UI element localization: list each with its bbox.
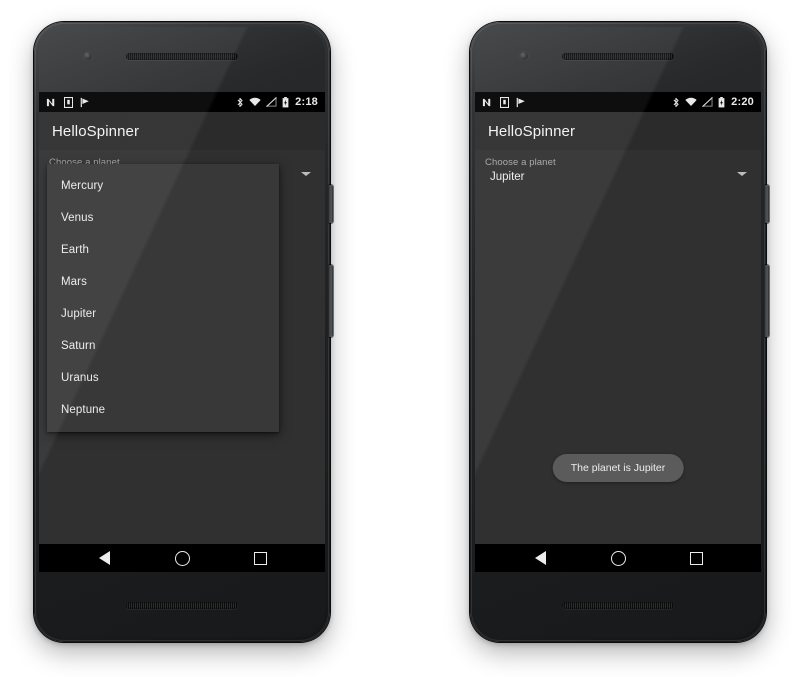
android-navigation-bar [475, 544, 761, 572]
power-button[interactable] [329, 185, 333, 223]
phone-comparison-stage: 2:18 HelloSpinner Choose a planet Mercur… [0, 0, 800, 677]
dropdown-item-mars[interactable]: Mars [47, 266, 279, 298]
spinner-label: Choose a planet [485, 157, 556, 168]
front-camera-icon [84, 52, 92, 60]
earpiece-speaker-icon [126, 53, 238, 60]
dropdown-item-label: Jupiter [61, 308, 97, 320]
toast-message: The planet is Jupiter [552, 454, 684, 482]
volume-rocker-button[interactable] [765, 265, 769, 337]
no-signal-icon [702, 97, 713, 107]
dropdown-item-mercury[interactable]: Mercury [47, 170, 279, 202]
wifi-icon [685, 97, 697, 107]
app-content-area: Choose a planet Mercury Venus Earth Mars… [39, 150, 325, 544]
dropdown-item-label: Venus [61, 212, 94, 224]
home-button[interactable] [601, 544, 635, 572]
bluetooth-icon [237, 97, 243, 107]
device-icon [64, 96, 73, 108]
wifi-icon [249, 97, 261, 107]
back-button[interactable] [523, 544, 557, 572]
app-title: HelloSpinner [488, 122, 576, 140]
status-bar-left-icons [46, 96, 91, 108]
dropdown-item-earth[interactable]: Earth [47, 234, 279, 266]
dropdown-item-uranus[interactable]: Uranus [47, 362, 279, 394]
dropdown-item-venus[interactable]: Venus [47, 202, 279, 234]
status-bar-right-icons: 2:18 [236, 95, 318, 108]
android-n-icon [482, 98, 491, 106]
action-bar: HelloSpinner [39, 112, 325, 150]
front-camera-icon [520, 52, 528, 60]
chevron-down-icon[interactable] [301, 172, 311, 176]
play-flag-icon [80, 97, 89, 107]
volume-rocker-button[interactable] [329, 265, 333, 337]
status-bar-clock: 2:18 [295, 95, 318, 108]
status-bar-clock: 2:20 [731, 95, 754, 108]
phone-glass-left: 2:18 HelloSpinner Choose a planet Mercur… [39, 27, 325, 637]
app-title: HelloSpinner [52, 122, 140, 140]
home-circle-icon [610, 550, 626, 566]
no-signal-icon [266, 97, 277, 107]
status-bar-left-icons [482, 96, 527, 108]
bottom-speaker-icon [126, 602, 238, 609]
power-button[interactable] [765, 185, 769, 223]
bluetooth-icon [673, 97, 679, 107]
recents-square-icon [253, 551, 267, 565]
play-flag-icon [516, 97, 525, 107]
dropdown-item-label: Earth [61, 244, 89, 256]
status-bar: 2:18 [39, 92, 325, 112]
dropdown-item-label: Mercury [61, 180, 104, 192]
home-circle-icon [174, 550, 190, 566]
dropdown-item-jupiter[interactable]: Jupiter [47, 298, 279, 330]
dropdown-item-neptune[interactable]: Neptune [47, 394, 279, 426]
recents-square-icon [689, 551, 703, 565]
status-bar: 2:20 [475, 92, 761, 112]
phone-screen-right: 2:20 HelloSpinner Choose a planet Jupite… [475, 92, 761, 572]
battery-icon [282, 96, 289, 107]
home-button[interactable] [165, 544, 199, 572]
phone-device-left: 2:18 HelloSpinner Choose a planet Mercur… [34, 22, 333, 642]
recents-button[interactable] [243, 544, 277, 572]
chevron-down-icon[interactable] [737, 172, 747, 176]
android-n-icon [46, 98, 55, 106]
recents-button[interactable] [679, 544, 713, 572]
phone-screen-left: 2:18 HelloSpinner Choose a planet Mercur… [39, 92, 325, 572]
dropdown-item-label: Uranus [61, 372, 99, 384]
dropdown-item-label: Neptune [61, 404, 106, 416]
battery-icon [718, 96, 725, 107]
dropdown-item-label: Saturn [61, 340, 96, 352]
earpiece-speaker-icon [562, 53, 674, 60]
back-triangle-icon [98, 551, 110, 565]
spinner-dropdown-list[interactable]: Mercury Venus Earth Mars Jupiter Saturn … [47, 164, 279, 432]
dropdown-item-saturn[interactable]: Saturn [47, 330, 279, 362]
dropdown-item-label: Mars [61, 276, 87, 288]
app-content-area: Choose a planet Jupiter The planet is Ju… [475, 150, 761, 544]
phone-glass-right: 2:20 HelloSpinner Choose a planet Jupite… [475, 27, 761, 637]
phone-device-right: 2:20 HelloSpinner Choose a planet Jupite… [470, 22, 769, 642]
back-triangle-icon [534, 551, 546, 565]
android-navigation-bar [39, 544, 325, 572]
spinner-selected-value: Jupiter [490, 171, 525, 183]
device-icon [500, 96, 509, 108]
bottom-speaker-icon [562, 602, 674, 609]
back-button[interactable] [87, 544, 121, 572]
action-bar: HelloSpinner [475, 112, 761, 150]
status-bar-right-icons: 2:20 [672, 95, 754, 108]
